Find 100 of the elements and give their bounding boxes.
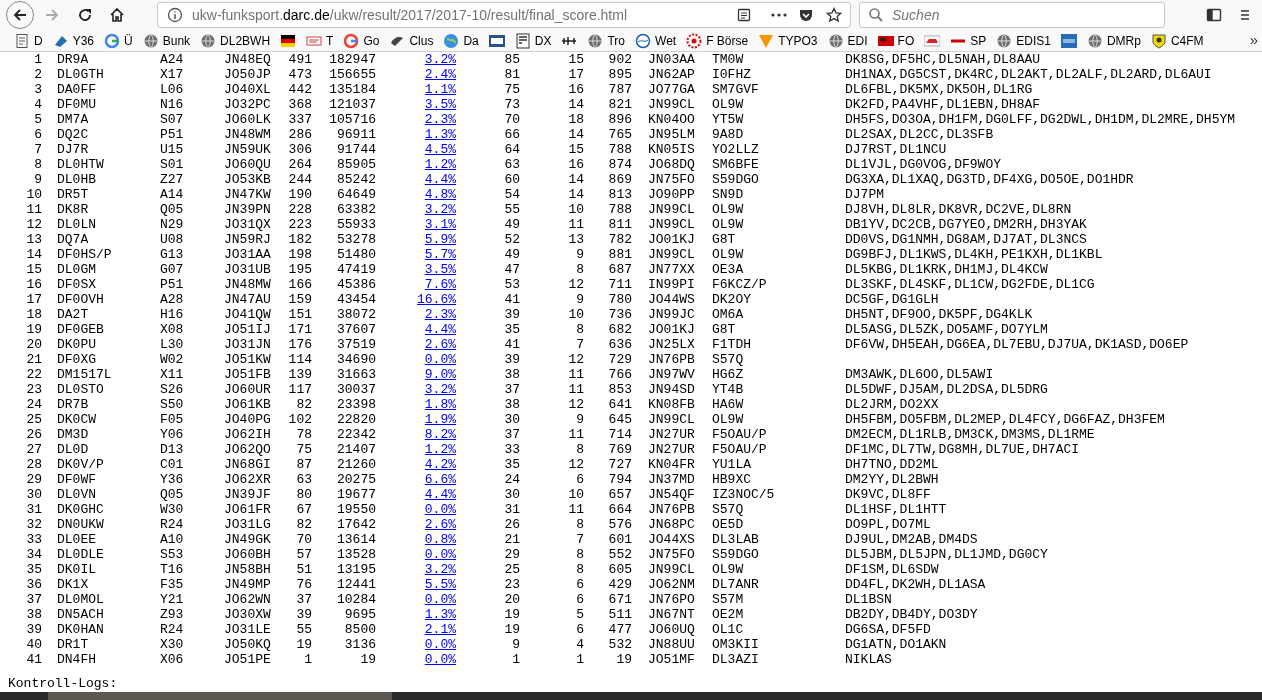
percent-link[interactable]: 0.0%: [424, 592, 456, 607]
table-cell: 82: [296, 397, 312, 412]
reload-icon[interactable]: [77, 7, 93, 23]
bookmark-item[interactable]: F Börse: [686, 31, 749, 50]
percent-link[interactable]: 0.8%: [424, 532, 456, 547]
percent-link[interactable]: 5.9%: [424, 232, 456, 247]
percent-link[interactable]: 1.1%: [424, 82, 456, 97]
percent-link[interactable]: 9.0%: [424, 367, 456, 382]
table-cell: JO62WN: [224, 592, 271, 607]
percent-link[interactable]: 0.0%: [424, 547, 456, 562]
bookmark-item[interactable]: Clus: [389, 31, 434, 50]
percent-link[interactable]: 4.4%: [424, 322, 456, 337]
menu-icon[interactable]: [1240, 7, 1249, 23]
percent-link[interactable]: 16.6%: [417, 292, 456, 307]
percent-link[interactable]: 7.6%: [424, 277, 456, 292]
bookmark-item[interactable]: C4FM: [1150, 31, 1204, 50]
percent-link[interactable]: 3.5%: [424, 97, 456, 112]
table-cell: 6: [576, 622, 584, 637]
percent-link[interactable]: 3.2%: [424, 202, 456, 217]
bookmark-item[interactable]: T: [306, 31, 334, 50]
sidebar-icon[interactable]: [1206, 7, 1222, 23]
overflow-chevron[interactable]: »: [1249, 29, 1258, 52]
percent-link[interactable]: 1.2%: [424, 442, 456, 457]
percent-link[interactable]: 5.7%: [424, 247, 456, 262]
table-cell: JO51MF: [648, 652, 695, 667]
table-cell: 37: [504, 382, 520, 397]
flag-icon[interactable]: [280, 32, 297, 49]
percent-link[interactable]: 2.6%: [424, 337, 456, 352]
bookmark-item[interactable]: Ü: [104, 31, 133, 50]
percent-link[interactable]: 1.8%: [424, 397, 456, 412]
percent-link[interactable]: 1.2%: [424, 157, 456, 172]
percent-link[interactable]: 3.5%: [424, 262, 456, 277]
table-cell: JN27UR: [648, 427, 695, 442]
table-cell: 63: [296, 472, 312, 487]
bookmark-item[interactable]: SP: [950, 31, 987, 50]
percent-link[interactable]: 2.3%: [424, 307, 456, 322]
table-cell: 11: [26, 202, 42, 217]
bookmark-item[interactable]: Da: [443, 31, 479, 50]
percent-link[interactable]: 2.1%: [424, 622, 456, 637]
address-bar[interactable]: ukw-funksport.darc.de/ukw/result/2017/2017-10/result/final_score.html: [157, 2, 851, 28]
logo-icon[interactable]: [488, 32, 505, 49]
pocket-icon[interactable]: [798, 7, 814, 23]
table-cell: JN75FO: [648, 172, 695, 187]
percent-link[interactable]: 4.2%: [424, 457, 456, 472]
bookmark-item[interactable]: EDI: [827, 31, 868, 50]
percent-link[interactable]: 0.0%: [424, 637, 456, 652]
percent-link[interactable]: 1.3%: [424, 607, 456, 622]
table-cell: DG1ATN,DO1AKN: [845, 637, 947, 652]
percent-link[interactable]: 3.2%: [424, 562, 456, 577]
bookmark-item[interactable]: Y36: [52, 31, 95, 50]
table-cell: S59DGO: [712, 547, 759, 562]
bookmark-item[interactable]: TYPO3: [758, 31, 818, 50]
reader-view-icon[interactable]: [736, 7, 752, 23]
percent-link[interactable]: 4.4%: [424, 487, 456, 502]
percent-link[interactable]: 4.8%: [424, 187, 456, 202]
star-icon[interactable]: [826, 7, 842, 23]
percent-link[interactable]: 3.2%: [424, 382, 456, 397]
percent-link[interactable]: 2.4%: [424, 67, 456, 82]
percent-link[interactable]: 0.0%: [424, 652, 456, 667]
search-field[interactable]: Suchen: [859, 2, 1165, 28]
table-cell: 902: [608, 52, 632, 67]
table-cell: OE2M: [712, 607, 744, 622]
percent-link[interactable]: 4.5%: [424, 142, 456, 157]
table-cell: JN77XX: [648, 262, 695, 277]
car-icon[interactable]: [924, 32, 941, 49]
logo-icon[interactable]: [1060, 32, 1077, 49]
table-cell: 12: [568, 457, 584, 472]
bookmark-item[interactable]: D: [14, 31, 43, 50]
table-cell: DH5NT,DF9OO,DK5PF,DG4KLK: [845, 307, 1033, 322]
percent-link[interactable]: 3.2%: [424, 52, 456, 67]
bookmark-item[interactable]: EDIS1: [996, 31, 1051, 50]
home-icon[interactable]: [109, 7, 125, 23]
percent-link[interactable]: 1.9%: [424, 412, 456, 427]
bookmark-item[interactable]: FO: [877, 31, 915, 50]
bookmark-item[interactable]: DL2BWH: [200, 31, 271, 50]
percent-link[interactable]: 3.1%: [424, 217, 456, 232]
percent-link[interactable]: 1.3%: [424, 127, 456, 142]
bookmark-item[interactable]: Bunk: [142, 31, 191, 50]
bookmark-item[interactable]: Wet: [635, 31, 677, 50]
percent-link[interactable]: 0.0%: [424, 502, 456, 517]
table-cell: OM3KII: [712, 637, 759, 652]
bookmark-item[interactable]: DX: [514, 31, 552, 50]
info-icon[interactable]: [167, 7, 183, 23]
percent-link[interactable]: 4.4%: [424, 172, 456, 187]
table-cell: 117: [288, 382, 312, 397]
percent-link[interactable]: 8.2%: [424, 427, 456, 442]
table-cell: DL1BSN: [845, 592, 892, 607]
bookmark-item[interactable]: DMRp: [1086, 31, 1141, 50]
table-cell: 38: [504, 397, 520, 412]
table-cell: 780: [608, 292, 632, 307]
percent-link[interactable]: 2.3%: [424, 112, 456, 127]
bookmark-item[interactable]: Tro: [587, 31, 626, 50]
table-cell: 711: [608, 277, 632, 292]
bookmark-item[interactable]: Go: [343, 31, 380, 50]
table-cell: JO60QU: [224, 157, 271, 172]
percent-link[interactable]: 0.0%: [424, 352, 456, 367]
percent-link[interactable]: 2.6%: [424, 517, 456, 532]
percent-link[interactable]: 6.6%: [424, 472, 456, 487]
table-cell: 38: [504, 367, 520, 382]
percent-link[interactable]: 5.5%: [424, 577, 456, 592]
